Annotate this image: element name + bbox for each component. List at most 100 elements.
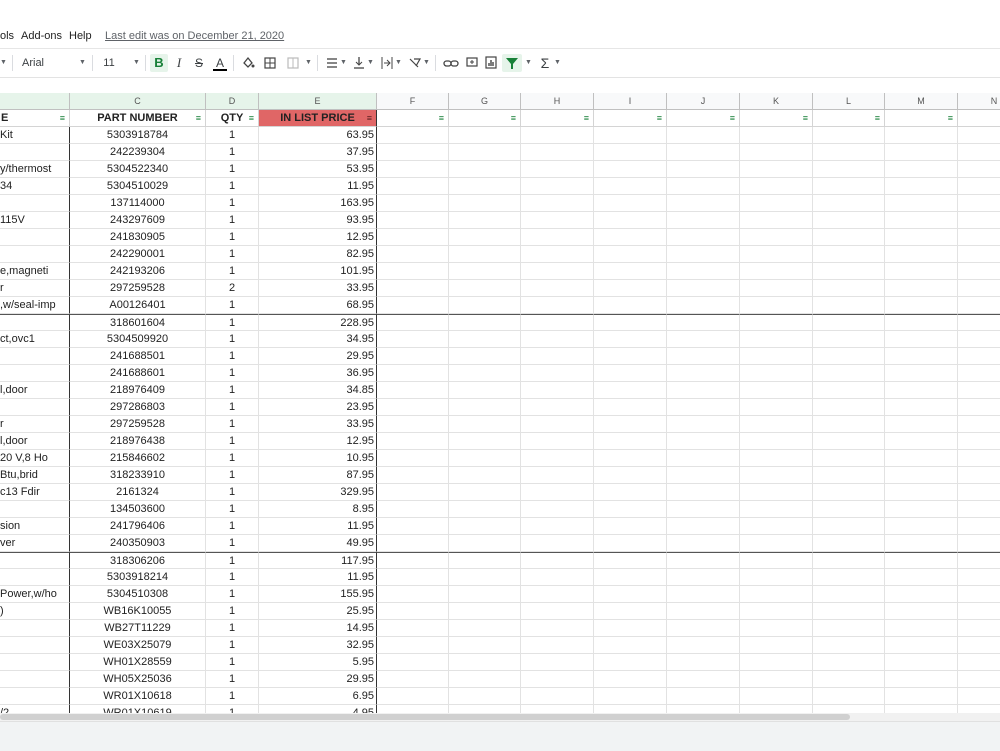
header-cell-e[interactable]: IN LIST PRICE ≡ [259, 110, 377, 127]
cell-e[interactable]: 8.95 [259, 501, 377, 518]
cell-b[interactable]: 34 [0, 178, 70, 195]
cell-c[interactable]: 243297609 [70, 212, 206, 229]
empty-cell[interactable] [885, 586, 958, 603]
empty-cell[interactable] [521, 654, 594, 671]
column-header[interactable]: J [667, 93, 740, 110]
empty-cell[interactable] [885, 161, 958, 178]
empty-cell[interactable] [813, 671, 885, 688]
cell-b[interactable] [0, 671, 70, 688]
font-size-select[interactable]: 11 [101, 54, 117, 72]
empty-cell[interactable] [667, 535, 740, 552]
cell-c[interactable]: 241796406 [70, 518, 206, 535]
filter-icon[interactable]: ≡ [948, 110, 953, 126]
empty-cell[interactable] [594, 246, 667, 263]
functions-button[interactable]: Σ [538, 54, 552, 72]
cell-d[interactable]: 1 [206, 569, 259, 586]
empty-cell[interactable] [594, 348, 667, 365]
header-cell-b[interactable]: E ≡ [0, 110, 70, 127]
empty-cell[interactable] [449, 144, 521, 161]
empty-cell[interactable] [449, 552, 521, 569]
cell-c[interactable]: 5303918214 [70, 569, 206, 586]
align-vertical-icon[interactable] [352, 54, 366, 72]
filter-icon[interactable]: ≡ [196, 110, 201, 126]
empty-cell[interactable] [667, 467, 740, 484]
empty-cell[interactable] [377, 195, 449, 212]
empty-cell[interactable] [521, 263, 594, 280]
empty-cell[interactable] [667, 229, 740, 246]
text-rotation-icon[interactable] [408, 54, 422, 72]
cell-e[interactable]: 32.95 [259, 637, 377, 654]
column-header[interactable]: E [259, 93, 377, 110]
cell-b[interactable]: r [0, 416, 70, 433]
cell-d[interactable]: 1 [206, 433, 259, 450]
empty-cell[interactable] [449, 297, 521, 314]
cell-d[interactable]: 1 [206, 195, 259, 212]
cell-d[interactable]: 1 [206, 331, 259, 348]
empty-cell[interactable] [449, 637, 521, 654]
column-header[interactable]: N [958, 93, 1000, 110]
empty-cell[interactable] [449, 314, 521, 331]
comment-icon[interactable] [465, 54, 479, 72]
empty-cell[interactable] [813, 144, 885, 161]
empty-cell[interactable] [813, 348, 885, 365]
empty-cell[interactable] [885, 348, 958, 365]
empty-cell[interactable] [377, 382, 449, 399]
cell-b[interactable]: c13 Fdir [0, 484, 70, 501]
empty-cell[interactable] [958, 331, 1000, 348]
fill-color-icon[interactable] [241, 54, 255, 72]
cell-b[interactable]: e,magneti [0, 263, 70, 280]
cell-c[interactable]: A00126401 [70, 297, 206, 314]
empty-cell[interactable] [521, 331, 594, 348]
empty-cell[interactable] [521, 518, 594, 535]
empty-cell[interactable] [740, 535, 813, 552]
cell-e[interactable]: 87.95 [259, 467, 377, 484]
empty-cell[interactable] [521, 178, 594, 195]
chevron-down-icon[interactable]: ▼ [340, 54, 347, 72]
cell-e[interactable]: 49.95 [259, 535, 377, 552]
filter-icon[interactable]: ≡ [875, 110, 880, 126]
empty-cell[interactable] [449, 688, 521, 705]
column-header[interactable]: F [377, 93, 449, 110]
empty-cell[interactable] [521, 586, 594, 603]
cell-b[interactable]: ) [0, 603, 70, 620]
chevron-down-icon[interactable]: ▼ [133, 54, 140, 72]
menu-help[interactable]: Help [69, 30, 92, 42]
cell-e[interactable]: 11.95 [259, 178, 377, 195]
cell-d[interactable]: 1 [206, 246, 259, 263]
column-header[interactable] [0, 93, 70, 110]
empty-cell[interactable] [521, 603, 594, 620]
cell-b[interactable]: ,w/seal-imp [0, 297, 70, 314]
empty-cell[interactable] [958, 297, 1000, 314]
empty-cell[interactable] [449, 280, 521, 297]
empty-cell[interactable] [377, 297, 449, 314]
cell-d[interactable]: 1 [206, 365, 259, 382]
chevron-down-icon[interactable]: ▼ [367, 54, 374, 72]
empty-cell[interactable] [594, 195, 667, 212]
empty-cell[interactable] [377, 467, 449, 484]
cell-b[interactable] [0, 314, 70, 331]
empty-cell[interactable] [667, 127, 740, 144]
empty-cell[interactable] [740, 348, 813, 365]
cell-b[interactable] [0, 552, 70, 569]
cell-c[interactable]: 5304510308 [70, 586, 206, 603]
empty-cell[interactable] [667, 552, 740, 569]
cell-b[interactable]: 115V [0, 212, 70, 229]
empty-cell[interactable] [958, 246, 1000, 263]
empty-cell[interactable] [885, 535, 958, 552]
empty-cell[interactable] [667, 348, 740, 365]
cell-d[interactable]: 1 [206, 229, 259, 246]
empty-cell[interactable] [594, 382, 667, 399]
chevron-down-icon[interactable]: ▼ [305, 54, 312, 72]
empty-cell[interactable] [449, 535, 521, 552]
empty-cell[interactable] [377, 263, 449, 280]
empty-cell[interactable] [449, 501, 521, 518]
empty-cell[interactable] [813, 297, 885, 314]
empty-cell[interactable] [885, 569, 958, 586]
cell-c[interactable]: WH05X25036 [70, 671, 206, 688]
empty-cell[interactable] [885, 365, 958, 382]
empty-cell[interactable] [885, 382, 958, 399]
filter-icon[interactable]: ≡ [657, 110, 662, 126]
empty-cell[interactable] [958, 178, 1000, 195]
empty-cell[interactable] [667, 416, 740, 433]
empty-cell[interactable] [521, 399, 594, 416]
